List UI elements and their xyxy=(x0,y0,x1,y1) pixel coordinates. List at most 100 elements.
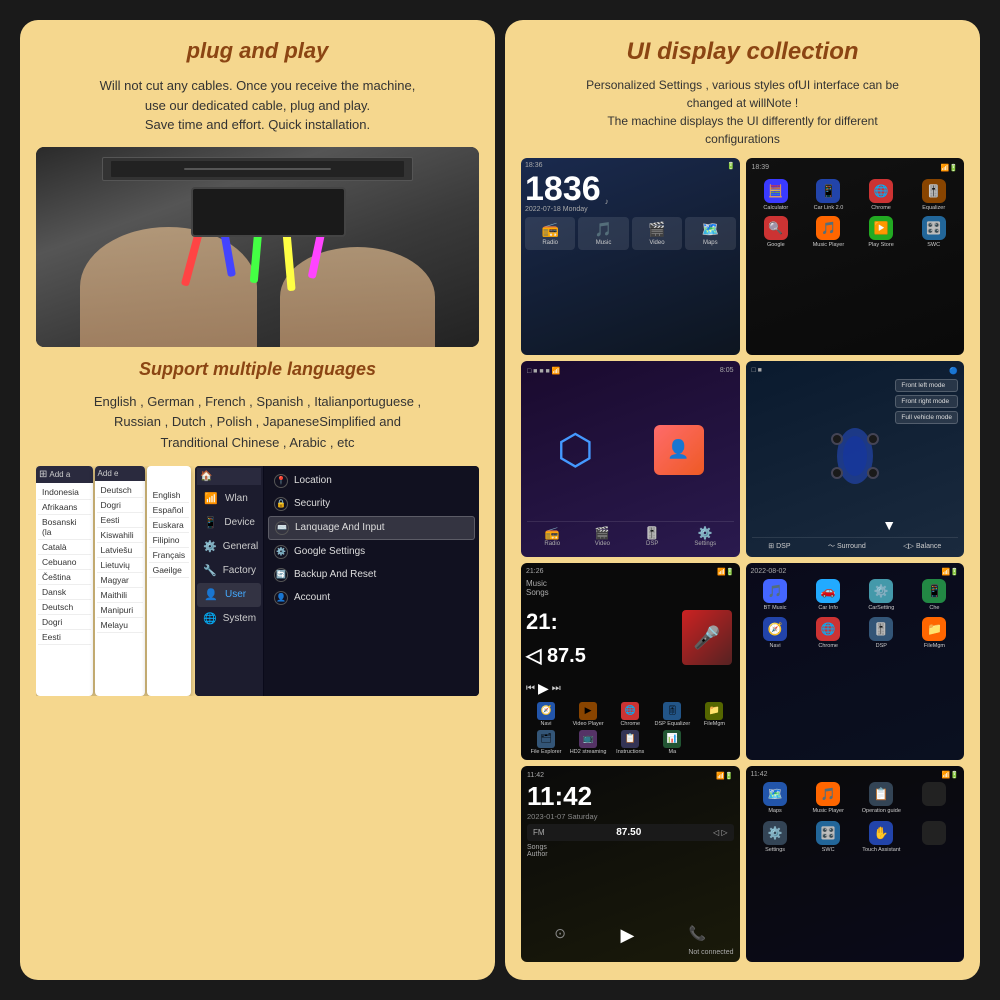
screen3-settings-btn[interactable]: ⚙️ Settings xyxy=(694,526,716,547)
item-backup-label: Backup And Reset xyxy=(294,569,376,580)
screen5-prev[interactable]: ⏮ xyxy=(526,683,535,694)
lang-item[interactable]: Eesti xyxy=(97,513,143,528)
lang-item[interactable]: Manipuri xyxy=(97,603,143,618)
screen7-next[interactable]: 📞 xyxy=(689,925,706,946)
lang-item[interactable]: Eesti xyxy=(38,630,91,645)
lang-item[interactable]: Lietuvių xyxy=(97,558,143,573)
app-music-player2[interactable]: 🎵 Music Player xyxy=(804,782,853,815)
lang-item[interactable]: English xyxy=(149,488,189,503)
nav-system[interactable]: 🌐 System xyxy=(197,607,261,631)
screen5-play[interactable]: ▶ xyxy=(538,680,549,697)
app-navi[interactable]: 🧭 Navi xyxy=(526,702,566,727)
app-chrome-2[interactable]: 🌐 Chrome xyxy=(610,702,650,727)
item-google[interactable]: ⚙️ Google Settings xyxy=(268,541,475,563)
screen7-play[interactable]: ▶ xyxy=(620,925,634,946)
app-carlink[interactable]: 📱 Car Link 2.0 xyxy=(804,179,853,212)
app-op-guide[interactable]: 📋 Operation guide xyxy=(857,782,906,815)
lang-item[interactable]: Deutsch xyxy=(38,600,91,615)
app-video-player[interactable]: ▶ Video Player xyxy=(568,702,608,727)
lang-item[interactable]: Cebuano xyxy=(38,555,91,570)
lang-item[interactable]: Français xyxy=(149,548,189,563)
screen3-dsp-btn[interactable]: 🎚️ DSP xyxy=(645,526,660,547)
app-bt-music[interactable]: 🎵 BT Music xyxy=(751,579,800,612)
screen4-car-svg xyxy=(825,421,885,491)
app-car-setting[interactable]: ⚙️ CarSetting xyxy=(857,579,906,612)
app-google[interactable]: 🔍 Google xyxy=(752,216,801,249)
lang-item[interactable]: Magyar xyxy=(97,573,143,588)
lang-item[interactable]: Melayu xyxy=(97,618,143,633)
screen3-time: 8:05 xyxy=(720,367,734,375)
lang-item[interactable]: Español xyxy=(149,503,189,518)
app-dsp2[interactable]: 🎚️ DSP xyxy=(857,617,906,650)
app-settings2[interactable]: ⚙️ Settings xyxy=(751,821,800,854)
lang-item[interactable]: Dogri xyxy=(38,615,91,630)
item-location[interactable]: 📍 Location xyxy=(268,470,475,492)
app-music-player[interactable]: 🎵 Music Player xyxy=(804,216,853,249)
nav-factory[interactable]: 🔧 Factory xyxy=(197,559,261,583)
item-language-input[interactable]: ⌨️ Lanquage And Input xyxy=(268,516,475,540)
lang-list-2: Add e Deutsch Dogri Eesti Kiswahili Latv… xyxy=(95,466,145,696)
screen7-clock: 11:42 xyxy=(527,783,734,809)
item-security-label: Security xyxy=(294,498,330,509)
app-ma[interactable]: 📊 Ma xyxy=(652,730,692,755)
lang-item[interactable]: Dogri xyxy=(97,498,143,513)
item-security[interactable]: 🔒 Security xyxy=(268,493,475,515)
balance-label[interactable]: ◁▷ Balance xyxy=(903,541,941,551)
nav-user[interactable]: 👤 User xyxy=(197,583,261,607)
lang-item[interactable]: Kiswahili xyxy=(97,528,143,543)
screen7-prev[interactable]: ⊙ xyxy=(554,925,566,946)
screen1-video-icon[interactable]: 🎬 Video xyxy=(632,217,682,250)
app-file-mgr[interactable]: 📁 FileMgm xyxy=(694,702,734,727)
lang-item[interactable]: Indonesia xyxy=(38,485,91,500)
app-hd2[interactable]: 📺 HD2 streaming xyxy=(568,730,608,755)
app-play-store[interactable]: ▶️ Play Store xyxy=(857,216,906,249)
lang-item[interactable]: Čeština xyxy=(38,570,91,585)
lang-item[interactable]: Deutsch xyxy=(97,483,143,498)
screen3-radio-btn[interactable]: 📻 Radio xyxy=(544,526,560,547)
lang-item[interactable]: Latviešu xyxy=(97,543,143,558)
screen1-music-icon[interactable]: 🎵 Music xyxy=(578,217,628,250)
screen1-radio-icon[interactable]: 📻 Radio xyxy=(525,217,575,250)
app-chrome3[interactable]: 🌐 Chrome xyxy=(804,617,853,650)
mode-front-right[interactable]: Front right mode xyxy=(895,395,958,408)
nav-wlan[interactable]: 📶 Wlan xyxy=(197,487,261,511)
nav-device[interactable]: 📱 Device xyxy=(197,511,261,535)
app-orange[interactable]: 📁 FileMgm xyxy=(910,617,959,650)
app-chrome[interactable]: 🌐 Chrome xyxy=(857,179,906,212)
app-instructions[interactable]: 📋 Instructions xyxy=(610,730,650,755)
app-navi2[interactable]: 🧭 Navi xyxy=(751,617,800,650)
lang-item[interactable]: Maithili xyxy=(97,588,143,603)
nav-device-label: Device xyxy=(224,517,255,528)
screen1-maps-icon[interactable]: 🗺️ Maps xyxy=(685,217,735,250)
app-file-explorer[interactable]: 🗂 File Explorer xyxy=(526,730,566,755)
app-che[interactable]: 📱 Che xyxy=(910,579,959,612)
app-swc2[interactable]: 🎛️ SWC xyxy=(804,821,853,854)
app-touch-assist[interactable]: ✋ Touch Assistant xyxy=(857,821,906,854)
lang-item[interactable]: Afrikaans xyxy=(38,500,91,515)
screen5-next[interactable]: ⏭ xyxy=(552,683,561,694)
lang-item[interactable]: Filipino xyxy=(149,533,189,548)
app-dsp-eq[interactable]: 🎚 DSP Equalizer xyxy=(652,702,692,727)
nav-user-label: User xyxy=(225,589,246,600)
app-maps2[interactable]: 🗺️ Maps xyxy=(751,782,800,815)
lang-item[interactable]: Català xyxy=(38,540,91,555)
app-calculator[interactable]: 🧮 Calculator xyxy=(752,179,801,212)
lang-item[interactable]: Gaeilge xyxy=(149,563,189,578)
dsp-label[interactable]: ⊞ DSP xyxy=(768,541,790,551)
screen3-video-btn[interactable]: 🎬 Video xyxy=(595,526,610,547)
lang-item[interactable]: Bosanski (la xyxy=(38,515,91,540)
mode-full-vehicle[interactable]: Full vehicle mode xyxy=(895,411,958,424)
lang-item[interactable]: Euskara xyxy=(149,518,189,533)
ui-collection-subtitle: Personalized Settings , various styles o… xyxy=(521,76,964,148)
screen-bluetooth: □ ■ ■ ■ 📶 8:05 ⬡ 👤 📻 Radio 🎬 Video xyxy=(521,361,740,558)
app-equalizer[interactable]: 🎚️ Equalizer xyxy=(909,179,958,212)
mode-front-left[interactable]: Front left mode xyxy=(895,379,958,392)
lang-item[interactable]: Dansk xyxy=(38,585,91,600)
screen2-status: 📶🔋 xyxy=(941,164,958,172)
item-account[interactable]: 👤 Account xyxy=(268,587,475,609)
app-car-info[interactable]: 🚗 Car Info xyxy=(804,579,853,612)
item-backup[interactable]: 🔄 Backup And Reset xyxy=(268,564,475,586)
app-swc[interactable]: 🎛️ SWC xyxy=(909,216,958,249)
nav-general[interactable]: ⚙️ General xyxy=(197,535,261,559)
surround-label[interactable]: 〜 Surround xyxy=(828,541,866,551)
